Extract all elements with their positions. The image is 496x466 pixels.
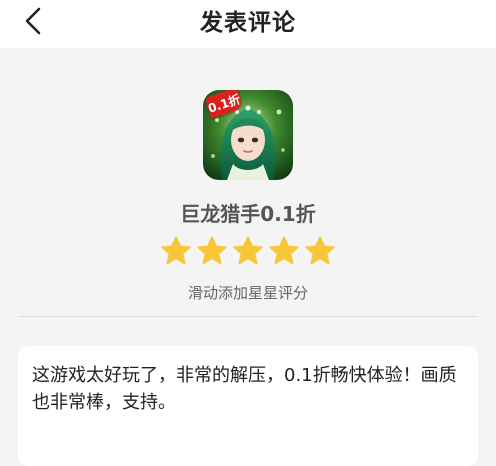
divider [18,316,478,317]
game-name: 巨龙猎手0.1折 [180,202,316,226]
game-app-icon: 0.1折 [203,90,293,180]
star-icon[interactable] [268,235,300,267]
rating-hint: 滑动添加星星评分 [187,284,308,302]
back-button[interactable] [18,6,48,36]
star-icon[interactable] [232,235,264,267]
star-icon[interactable] [160,235,192,267]
top-nav-bar: 发表评论 [0,0,496,48]
star-icon[interactable] [304,235,336,267]
game-rating-section: 0.1折 巨龙猎手0.1折 滑动添加星星评分 [0,48,496,318]
chevron-left-icon [25,7,41,35]
star-rating[interactable] [160,234,336,268]
comment-input[interactable]: 这游戏太好玩了，非常的解压，0.1折畅快体验！画质也非常棒，支持。 [18,346,478,466]
page-title: 发表评论 [200,10,296,36]
star-icon[interactable] [196,235,228,267]
